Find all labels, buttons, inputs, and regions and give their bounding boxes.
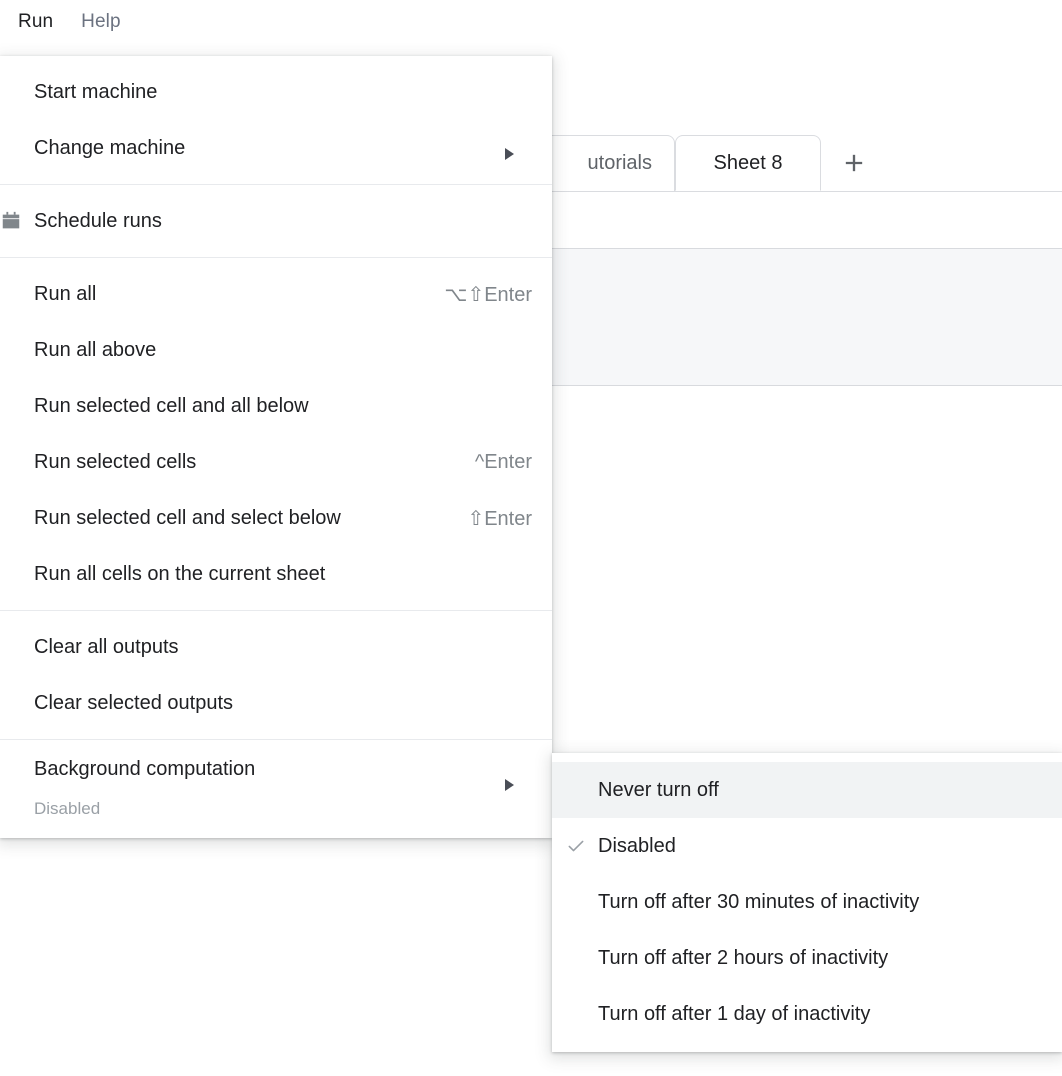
app-root: utorials Sheet 8 Run Help Start machine bbox=[0, 0, 1062, 1076]
menu-item-schedule-runs[interactable]: Schedule runs bbox=[0, 193, 552, 249]
submenu-item-turn-off-1-day[interactable]: Turn off after 1 day of inactivity bbox=[552, 986, 1062, 1042]
menubar-item-help[interactable]: Help bbox=[67, 7, 134, 37]
chevron-right-icon bbox=[505, 148, 514, 160]
menu-group-run: Run all ⌥⇧Enter Run all above Run select… bbox=[0, 258, 552, 610]
menubar-item-run[interactable]: Run bbox=[4, 7, 67, 37]
menu-item-label: Clear all outputs bbox=[34, 636, 179, 659]
menu-item-shortcut: ^Enter bbox=[475, 451, 532, 474]
background-computation-submenu: Never turn off Disabled Turn off after 3… bbox=[552, 753, 1062, 1052]
check-icon bbox=[566, 836, 586, 856]
menu-item-shortcut: ⇧Enter bbox=[467, 506, 532, 531]
menu-item-label: Run selected cell and select below bbox=[34, 507, 341, 530]
menu-item-label: Clear selected outputs bbox=[34, 692, 233, 715]
menubar-item-label: Run bbox=[18, 11, 53, 32]
submenu-item-label: Disabled bbox=[598, 835, 676, 858]
menu-item-start-machine[interactable]: Start machine bbox=[0, 64, 552, 120]
menu-item-shortcut: ⌥⇧Enter bbox=[444, 282, 532, 307]
menu-group-machine: Start machine Change machine bbox=[0, 56, 552, 184]
menu-group-schedule: Schedule runs bbox=[0, 185, 552, 257]
menu-item-run-all[interactable]: Run all ⌥⇧Enter bbox=[0, 266, 552, 322]
menu-item-run-selected-cells[interactable]: Run selected cells ^Enter bbox=[0, 434, 552, 490]
menu-item-label: Run all cells on the current sheet bbox=[34, 563, 325, 586]
plus-icon bbox=[840, 149, 868, 177]
menu-item-run-all-above[interactable]: Run all above bbox=[0, 322, 552, 378]
menubar: Run Help bbox=[0, 0, 1062, 44]
run-dropdown-menu: Start machine Change machine Schedule ru… bbox=[0, 56, 552, 838]
menu-item-run-all-cells-current-sheet[interactable]: Run all cells on the current sheet bbox=[0, 546, 552, 602]
menu-item-label: Change machine bbox=[34, 137, 185, 160]
menubar-item-label: Help bbox=[81, 11, 120, 32]
menu-item-change-machine[interactable]: Change machine bbox=[0, 120, 552, 176]
menu-item-sublabel: Disabled bbox=[34, 799, 532, 819]
calendar-icon bbox=[0, 210, 22, 232]
menu-item-label: Start machine bbox=[34, 81, 157, 104]
submenu-item-turn-off-30-minutes[interactable]: Turn off after 30 minutes of inactivity bbox=[552, 874, 1062, 930]
chevron-right-icon bbox=[505, 779, 514, 791]
menu-item-run-selected-cell-and-all-below[interactable]: Run selected cell and all below bbox=[0, 378, 552, 434]
menu-item-label: Background computation bbox=[34, 758, 255, 781]
menu-item-background-computation[interactable]: Background computation Disabled bbox=[0, 748, 552, 830]
menu-group-clear: Clear all outputs Clear selected outputs bbox=[0, 611, 552, 739]
menu-item-label: Run all bbox=[34, 283, 96, 306]
menu-item-label: Schedule runs bbox=[34, 210, 162, 233]
menu-item-run-selected-cell-and-select-below[interactable]: Run selected cell and select below ⇧Ente… bbox=[0, 490, 552, 546]
submenu-item-label: Turn off after 30 minutes of inactivity bbox=[598, 891, 919, 914]
submenu-item-label: Turn off after 1 day of inactivity bbox=[598, 1003, 870, 1026]
submenu-item-never-turn-off[interactable]: Never turn off bbox=[552, 762, 1062, 818]
submenu-item-disabled[interactable]: Disabled bbox=[552, 818, 1062, 874]
submenu-item-turn-off-2-hours[interactable]: Turn off after 2 hours of inactivity bbox=[552, 930, 1062, 986]
menu-item-label: Run selected cells bbox=[34, 451, 196, 474]
sheet-tab-label: utorials bbox=[588, 152, 652, 175]
sheet-tab-sheet-8[interactable]: Sheet 8 bbox=[675, 135, 821, 191]
menu-item-clear-selected-outputs[interactable]: Clear selected outputs bbox=[0, 675, 552, 731]
menu-item-clear-all-outputs[interactable]: Clear all outputs bbox=[0, 619, 552, 675]
add-sheet-button[interactable] bbox=[826, 135, 882, 191]
menu-item-label: Run all above bbox=[34, 339, 156, 362]
sheet-tab-label: Sheet 8 bbox=[714, 152, 783, 175]
menu-group-background-computation: Background computation Disabled bbox=[0, 740, 552, 838]
submenu-item-label: Never turn off bbox=[598, 779, 719, 802]
menu-item-label: Run selected cell and all below bbox=[34, 395, 309, 418]
submenu-item-label: Turn off after 2 hours of inactivity bbox=[598, 947, 888, 970]
